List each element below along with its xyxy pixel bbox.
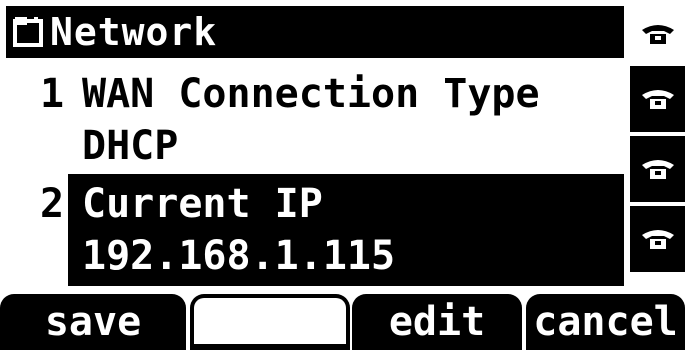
- line-key-3[interactable]: [630, 136, 685, 202]
- softkey-label: cancel: [533, 299, 678, 345]
- line-key-column: [630, 0, 685, 285]
- phone-lcd-screen: Network 1 WAN Connection Type DHCP 2 Cur…: [0, 0, 685, 350]
- page-title: Network: [50, 10, 218, 54]
- phone-icon: [641, 25, 674, 44]
- item-number: 1: [40, 71, 65, 117]
- phone-icon: [641, 90, 674, 109]
- softkey-label: edit: [388, 299, 486, 345]
- softkey-label: save: [44, 299, 142, 345]
- item-label: Current IP: [82, 181, 323, 227]
- screen-header: Network: [6, 6, 624, 58]
- line-key-1[interactable]: [630, 8, 685, 60]
- item-value: 192.168.1.115: [82, 233, 396, 279]
- list-item-selected[interactable]: Current IP 192.168.1.115: [68, 174, 624, 286]
- save-softkey[interactable]: save: [0, 294, 186, 350]
- cancel-softkey[interactable]: cancel: [526, 294, 685, 350]
- line-key-2[interactable]: [630, 66, 685, 132]
- phone-icon: [641, 230, 674, 249]
- phone-icon: [641, 160, 674, 179]
- softkey-underline: [194, 344, 346, 350]
- folder-icon: [13, 17, 43, 47]
- empty-softkey[interactable]: [190, 294, 350, 350]
- edit-softkey[interactable]: edit: [352, 294, 522, 350]
- line-key-4[interactable]: [630, 206, 685, 272]
- item-number: 2: [40, 181, 65, 227]
- item-label: WAN Connection Type: [82, 71, 540, 117]
- item-value: DHCP: [82, 123, 179, 169]
- softkey-bar: save edit cancel: [0, 290, 685, 350]
